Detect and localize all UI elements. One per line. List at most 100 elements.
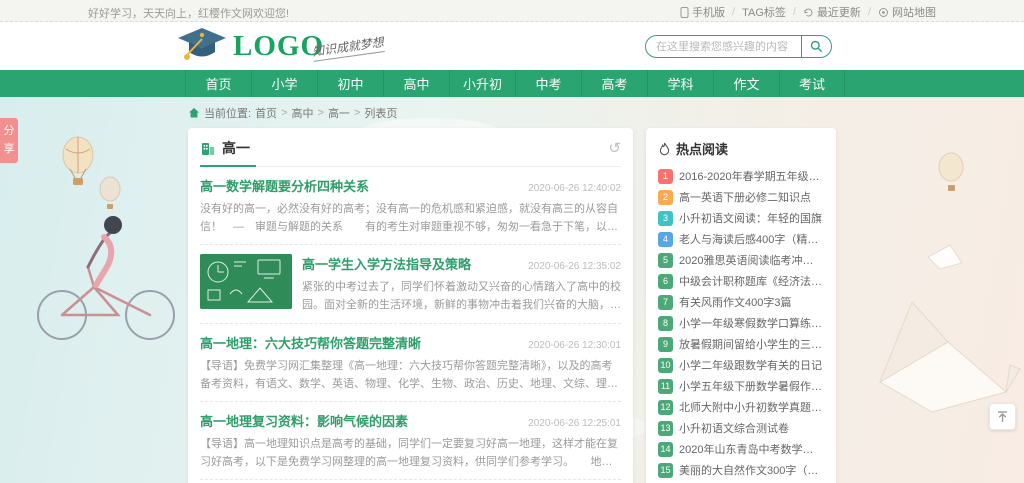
top-link-label: 网站地图: [892, 4, 936, 20]
hot-item[interactable]: 15美丽的大自然作文300字（精选3篇）: [658, 462, 824, 478]
top-links: 手机版 / TAG标签 / 最近更新 / 网站地图: [680, 4, 936, 20]
article-item[interactable]: 高一地理：六大技巧帮你答题完整清晰 2020-06-26 12:30:01 【导…: [200, 324, 621, 402]
sitemap-link[interactable]: 网站地图: [878, 4, 936, 20]
hot-item-text: 2020年山东青岛中考数学真题（已公布）: [679, 441, 824, 457]
list-title: 高一: [222, 138, 250, 158]
back-to-top-button[interactable]: [989, 403, 1016, 430]
breadcrumb-senior-high[interactable]: 高中: [292, 105, 314, 121]
nav-item-zuowen[interactable]: 作文: [713, 70, 779, 97]
top-link-label: 手机版: [692, 4, 725, 20]
nav-item-zhongkao[interactable]: 中考: [515, 70, 581, 97]
rank-badge: 4: [658, 232, 673, 247]
separator: >: [318, 107, 324, 119]
hot-item[interactable]: 10小学二年级跟数学有关的日记: [658, 357, 824, 373]
article-title[interactable]: 高一数学解题要分析四种关系: [200, 176, 369, 195]
breadcrumb-label: 当前位置:: [204, 105, 251, 121]
refresh-icon: [803, 7, 814, 18]
article-date: 2020-06-26 12:25:01: [528, 418, 621, 429]
article-title[interactable]: 高一地理：六大技巧帮你答题完整清晰: [200, 333, 421, 352]
balloon-illustration: [63, 137, 120, 209]
mobile-version-link[interactable]: 手机版: [680, 4, 725, 20]
hot-item[interactable]: 9 放暑假期间留给小学生的三年级英语作文范文: [658, 336, 824, 352]
breadcrumb-grade-one[interactable]: 高一: [328, 105, 350, 121]
hot-item-text: 美丽的大自然作文300字（精选3篇）: [679, 462, 824, 478]
top-link-label: TAG标签: [742, 4, 786, 20]
rank-badge: 8: [658, 316, 673, 331]
nav-item-gaokao[interactable]: 高考: [581, 70, 647, 97]
article-item[interactable]: 高一数学解题要分析四种关系 2020-06-26 12:40:02 没有好的高一…: [200, 167, 621, 245]
content-columns: 高一 ↺ 高一数学解题要分析四种关系 2020-06-26 12:40:02 没…: [188, 128, 1024, 483]
nav-item-subjects[interactable]: 学科: [647, 70, 713, 97]
rank-badge: 9: [658, 337, 673, 352]
rank-badge: 12: [658, 400, 673, 415]
search-icon: [810, 40, 823, 53]
top-link-label: 最近更新: [817, 4, 861, 20]
hot-item[interactable]: 8 小学一年级寒假数学口算练习题三篇: [658, 315, 824, 331]
home-icon: [188, 107, 200, 119]
separator: /: [732, 6, 735, 18]
sidebar: 热点阅读 12016-2020年春学期五年级语文下期末模拟 2高一英语下册必修二…: [646, 128, 836, 483]
share-button[interactable]: 分享: [0, 118, 18, 163]
phone-icon: [680, 7, 689, 18]
nav-item-primary-school[interactable]: 小学: [251, 70, 317, 97]
article-title[interactable]: 高一学生入学方法指导及策略: [302, 254, 471, 273]
nav-item-home[interactable]: 首页: [185, 70, 251, 97]
welcome-text: 好好学习，天天向上，红樱作文网欢迎您!: [88, 5, 289, 21]
article-title[interactable]: 高一地理复习资料：影响气候的因素: [200, 411, 408, 430]
hot-item[interactable]: 7有关风雨作文400字3篇: [658, 294, 824, 310]
map-pin-icon: [878, 7, 889, 18]
nav-item-junior-high[interactable]: 初中: [317, 70, 383, 97]
article-thumbnail[interactable]: [200, 254, 292, 309]
hot-item[interactable]: 12016-2020年春学期五年级语文下期末模拟: [658, 168, 824, 184]
building-icon: [200, 140, 216, 156]
list-header: 高一 ↺: [200, 138, 621, 167]
hot-item[interactable]: 11小学五年级下册数学暑假作业答案【20-61: [658, 378, 824, 394]
hot-item-text: 小升初语文阅读：年轻的国旗: [679, 210, 822, 226]
rank-badge: 6: [658, 274, 673, 289]
article-summary: 没有好的高一，必然没有好的高考；没有高一的危机感和紧迫感，就没有高三的从容自信！…: [200, 200, 621, 236]
separator: >: [354, 107, 360, 119]
nav-item-exams[interactable]: 考试: [779, 70, 845, 97]
hot-item[interactable]: 142020年山东青岛中考数学真题（已公布）: [658, 441, 824, 457]
search-input[interactable]: [646, 41, 801, 53]
page: { "topbar": { "welcome": "好好学习，天天向上，红樱作文…: [0, 0, 1024, 483]
hot-item-text: 小学一年级寒假数学口算练习题三篇: [679, 315, 824, 331]
hot-item[interactable]: 2高一英语下册必修二知识点: [658, 189, 824, 205]
hot-item[interactable]: 12北师大附中小升初数学真题汇编: [658, 399, 824, 415]
article-item[interactable]: 高一地理复习资料：影响气候的因素 2020-06-26 12:25:01 【导语…: [200, 402, 621, 480]
search-box: [645, 35, 832, 58]
nav-item-senior-high[interactable]: 高中: [383, 70, 449, 97]
hot-item[interactable]: 13小升初语文综合测试卷: [658, 420, 824, 436]
hot-item-text: 高一英语下册必修二知识点: [679, 189, 811, 205]
hot-item-text: 小学五年级下册数学暑假作业答案【20-61: [679, 378, 824, 394]
article-summary: 【导语】免费学习网汇集整理《高一地理：六大技巧帮你答题完整清晰》，以及的高考备考…: [200, 357, 621, 393]
chalkboard-doodle-image: [200, 254, 292, 309]
hot-item-text: 中级会计职称题库《经济法》检测题: [679, 273, 824, 289]
hot-item[interactable]: 4 老人与海读后感400字（精选3篇）: [658, 231, 824, 247]
hot-item-text: 有关风雨作文400字3篇: [679, 294, 791, 310]
article-summary: 【导语】高一地理知识点是高考的基础，同学们一定要复习好高一地理，这样才能在复习好…: [200, 435, 621, 471]
hot-item-text: 老人与海读后感400字（精选3篇）: [679, 231, 824, 247]
hot-item[interactable]: 6 中级会计职称题库《经济法》检测题: [658, 273, 824, 289]
recent-updates-link[interactable]: 最近更新: [803, 4, 861, 20]
article-item[interactable]: 高一学生入学方法指导及策略 2020-06-26 12:35:02 紧张的中考过…: [200, 245, 621, 323]
hot-item-text: 小升初语文综合测试卷: [679, 420, 789, 436]
tag-link[interactable]: TAG标签: [742, 4, 786, 20]
content-area: 当前位置: 首页 > 高中 > 高一 > 列表页 高一 ↺: [0, 97, 1024, 483]
separator: /: [868, 6, 871, 18]
hot-item[interactable]: 3 小升初语文阅读：年轻的国旗: [658, 210, 824, 226]
hot-item-text: 放暑假期间留给小学生的三年级英语作文范文: [679, 336, 824, 352]
rank-badge: 5: [658, 253, 673, 268]
rank-badge: 3: [658, 211, 673, 226]
breadcrumb-home[interactable]: 首页: [255, 105, 277, 121]
hot-item[interactable]: 52020雅思英语阅读临考冲刺试题附答案: [658, 252, 824, 268]
nav-item-xiaoshengchu[interactable]: 小升初: [449, 70, 515, 97]
return-icon[interactable]: ↺: [608, 141, 621, 156]
search-button[interactable]: [801, 36, 831, 57]
separator: /: [793, 6, 796, 18]
hot-item-text: 小学二年级跟数学有关的日记: [679, 357, 822, 373]
bicycle-illustration: [38, 216, 174, 339]
site-logo[interactable]: LOGO: [176, 26, 324, 66]
article-date: 2020-06-26 12:40:02: [528, 183, 621, 194]
arrow-up-to-line-icon: [996, 410, 1009, 423]
